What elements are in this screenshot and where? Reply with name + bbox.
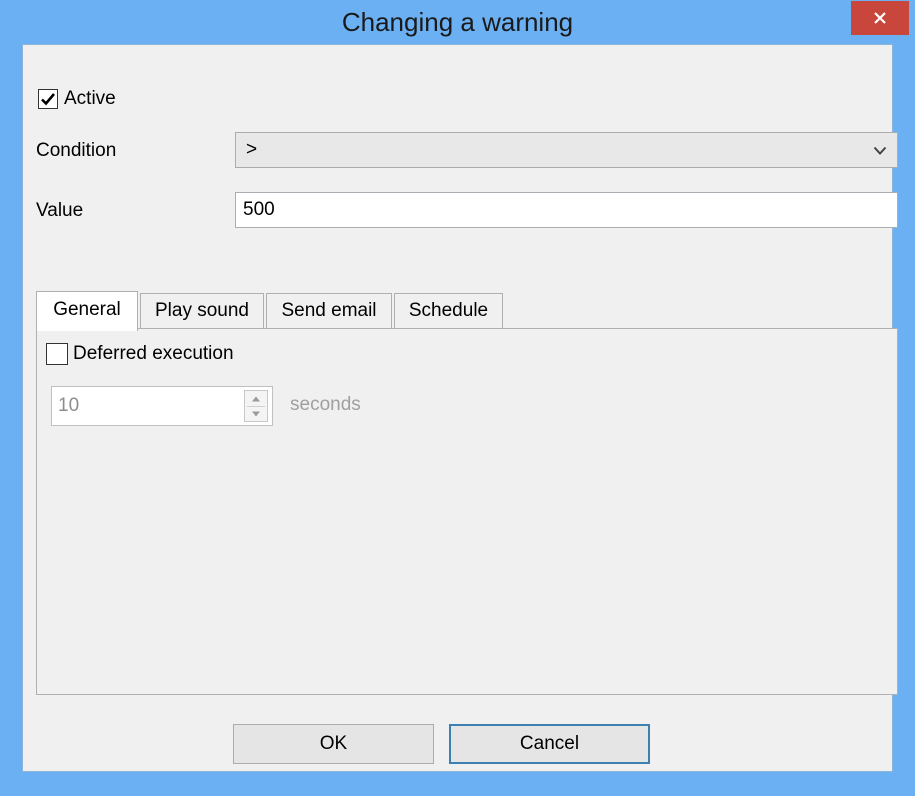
value-input[interactable]: 500: [235, 192, 898, 228]
tab-general[interactable]: General: [36, 291, 138, 331]
dialog-window: Changing a warning Active Condition > Va…: [0, 0, 915, 796]
cancel-button[interactable]: Cancel: [449, 724, 650, 764]
active-checkbox[interactable]: [38, 89, 58, 109]
deferred-execution-checkbox[interactable]: [46, 343, 68, 365]
stepper-buttons: [244, 390, 268, 422]
close-button[interactable]: [851, 1, 909, 35]
delay-seconds-stepper[interactable]: 10: [51, 386, 273, 426]
close-icon: [874, 12, 886, 24]
tab-play-sound[interactable]: Play sound: [140, 293, 264, 329]
title-bar[interactable]: Changing a warning: [0, 0, 915, 44]
value-label: Value: [36, 200, 84, 221]
triangle-up-icon: [252, 396, 260, 401]
value-input-text: 500: [243, 199, 275, 220]
active-label[interactable]: Active: [64, 87, 116, 111]
dialog-content: Active Condition > Value 500 General Pla…: [22, 44, 898, 772]
tab-schedule[interactable]: Schedule: [394, 293, 503, 329]
seconds-unit-label: seconds: [290, 394, 361, 415]
checkmark-icon: [41, 93, 55, 106]
condition-dropdown[interactable]: >: [235, 132, 898, 168]
chevron-down-icon: [873, 146, 887, 155]
tab-send-email[interactable]: Send email: [266, 293, 392, 329]
ok-button[interactable]: OK: [233, 724, 434, 764]
decrement-button[interactable]: [245, 406, 267, 421]
deferred-execution-label[interactable]: Deferred execution: [73, 342, 234, 366]
dialog-title: Changing a warning: [341, 7, 574, 37]
triangle-down-icon: [252, 411, 260, 416]
condition-label: Condition: [36, 140, 117, 161]
condition-selected-value: >: [246, 139, 258, 160]
increment-button[interactable]: [245, 391, 267, 406]
delay-seconds-value: 10: [58, 395, 80, 416]
tab-panel-general: [36, 328, 898, 695]
